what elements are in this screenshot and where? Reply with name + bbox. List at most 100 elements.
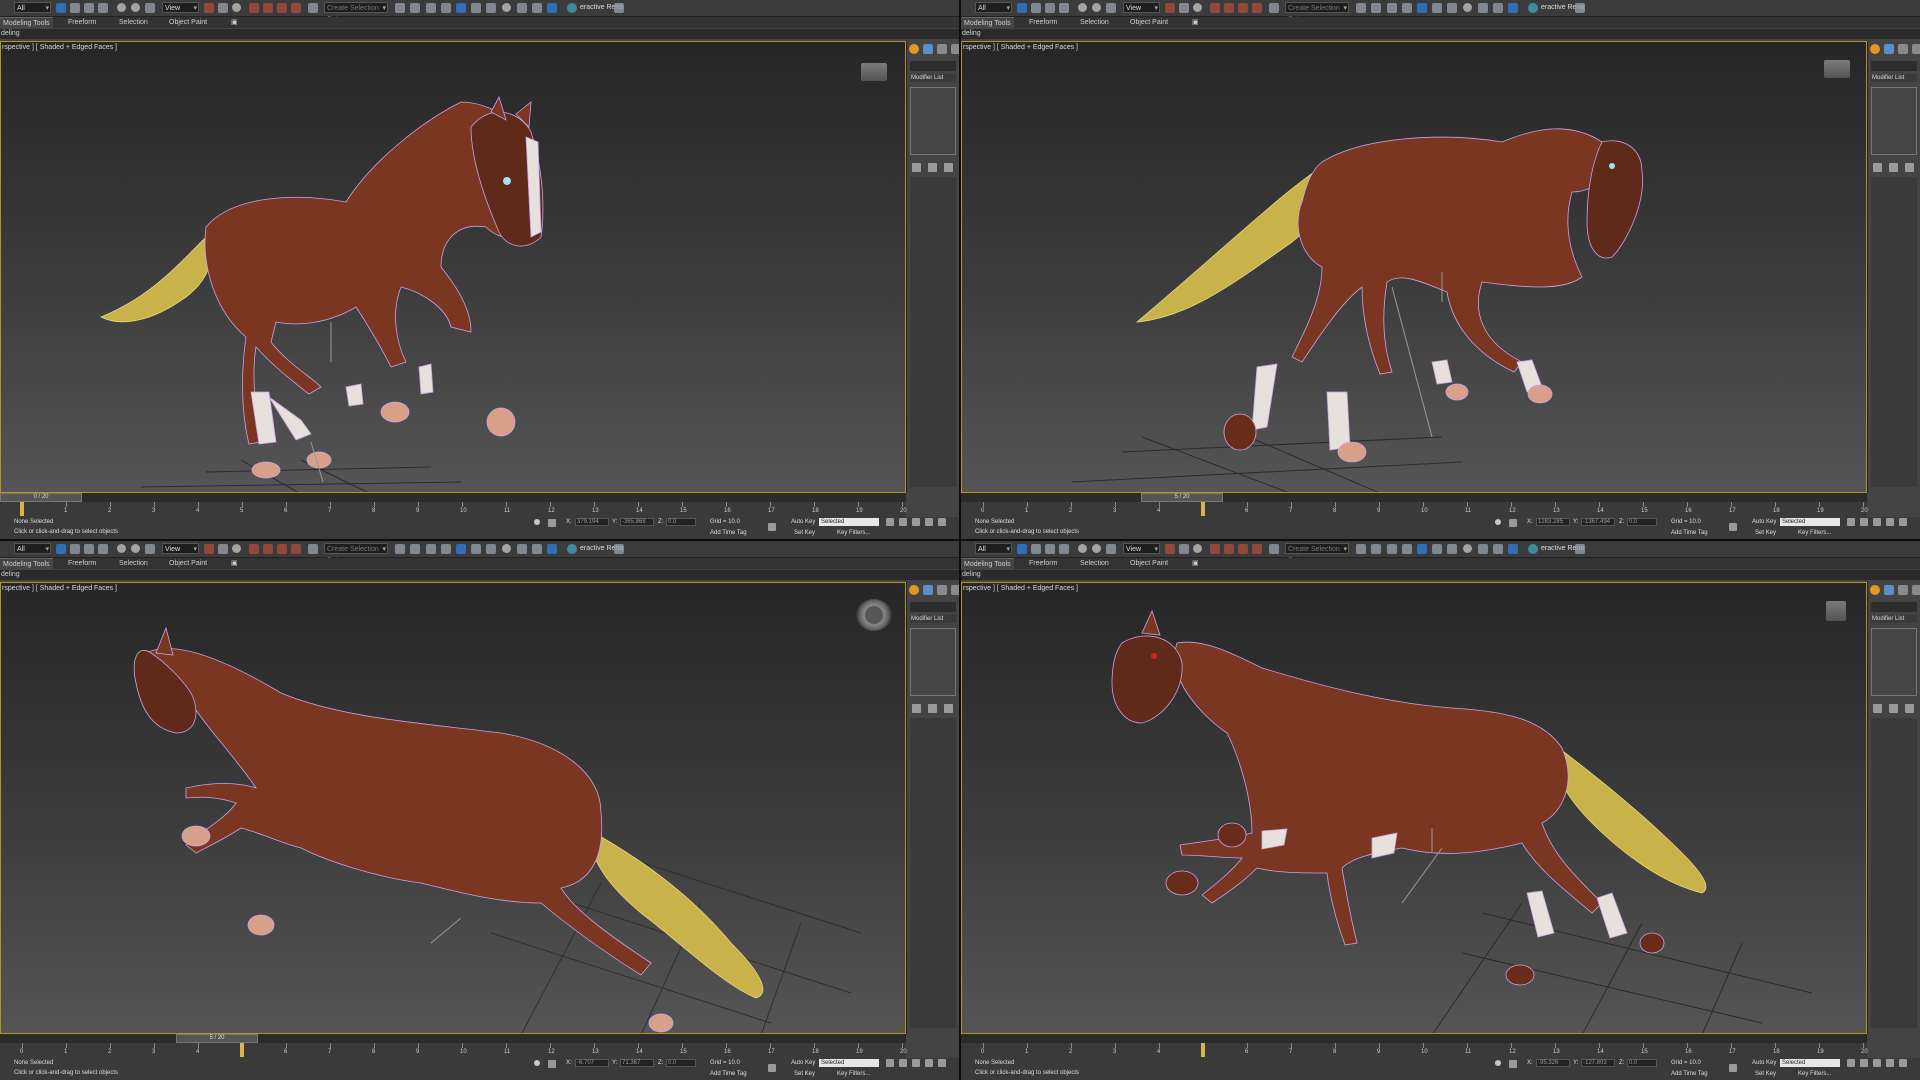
time-slider[interactable]: 0 / 20 — [0, 493, 906, 502]
modifier-list-dropdown[interactable]: Modifier List — [1871, 615, 1917, 623]
window-crossing-icon[interactable] — [98, 3, 108, 13]
select-by-name-icon[interactable] — [70, 544, 80, 554]
scale-icon[interactable] — [1106, 3, 1116, 13]
keyboard-shortcut-icon[interactable] — [1193, 3, 1202, 12]
named-selection-dropdown[interactable]: Create Selection Set — [324, 543, 388, 564]
perspective-viewport[interactable]: rspective ] [ Shaded + Edged Faces ] — [0, 582, 906, 1034]
tab-object-paint[interactable]: Object Paint — [169, 558, 207, 569]
reference-coord-dropdown[interactable]: View — [1123, 543, 1160, 555]
set-key-button[interactable]: Set Key — [1755, 530, 1776, 536]
make-unique-icon[interactable] — [944, 704, 953, 713]
x-coord-field[interactable]: 379.194 — [575, 518, 609, 526]
snap-toggle-icon[interactable] — [1210, 3, 1220, 13]
window-crossing-icon[interactable] — [98, 544, 108, 554]
render-setup-icon[interactable] — [1463, 3, 1472, 12]
reference-coord-dropdown[interactable]: View — [1123, 2, 1160, 14]
auto-key-button[interactable]: Auto Key — [791, 519, 815, 525]
curve-editor-icon[interactable] — [1417, 544, 1427, 554]
next-frame-icon[interactable] — [925, 518, 933, 526]
angle-snap-icon[interactable] — [263, 544, 273, 554]
edit-named-selection-icon[interactable] — [308, 3, 318, 13]
selection-lock-icon[interactable] — [534, 519, 540, 525]
render-setup-icon[interactable] — [502, 3, 511, 12]
ribbon-options-icon[interactable]: ▣ — [1192, 558, 1199, 569]
percent-snap-icon[interactable] — [1238, 3, 1248, 13]
key-icon[interactable] — [1729, 523, 1737, 531]
key-filters-button[interactable]: Key Filters... — [837, 530, 870, 536]
render-setup-icon[interactable] — [502, 544, 511, 553]
teapot-icon[interactable] — [614, 3, 624, 13]
go-to-end-icon[interactable] — [1899, 518, 1907, 526]
set-key-button[interactable]: Set Key — [1755, 1071, 1776, 1077]
align-icon[interactable] — [410, 3, 420, 13]
mirror-icon[interactable] — [395, 3, 405, 13]
hierarchy-tab-icon[interactable] — [937, 585, 947, 595]
move-icon[interactable] — [1078, 3, 1087, 12]
named-selection-dropdown[interactable]: Create Selection Set — [1285, 543, 1349, 564]
key-icon[interactable] — [1729, 1064, 1737, 1072]
hierarchy-tab-icon[interactable] — [1898, 585, 1908, 595]
absolute-mode-icon[interactable] — [1509, 1060, 1517, 1068]
current-frame-marker[interactable] — [240, 1043, 244, 1057]
command-panel-rollouts[interactable] — [910, 718, 956, 1028]
rectangular-selection-icon[interactable] — [1045, 544, 1055, 554]
schematic-view-icon[interactable] — [1432, 3, 1442, 13]
trackbar[interactable]: 01234567891011121314151617181920 — [961, 1043, 1868, 1058]
mirror-icon[interactable] — [395, 544, 405, 554]
go-to-end-icon[interactable] — [938, 1059, 946, 1067]
angle-snap-icon[interactable] — [263, 3, 273, 13]
set-key-button[interactable]: Set Key — [794, 530, 815, 536]
layer-explorer-icon[interactable] — [1387, 3, 1397, 13]
rendered-frame-window-icon[interactable] — [1478, 3, 1488, 13]
tab-selection[interactable]: Selection — [119, 17, 148, 28]
next-frame-icon[interactable] — [1886, 518, 1894, 526]
ribbon-options-icon[interactable]: ▣ — [231, 558, 238, 569]
previous-frame-icon[interactable] — [1860, 1059, 1868, 1067]
modifier-list-dropdown[interactable]: Modifier List — [910, 615, 956, 623]
key-mode-dropdown[interactable]: Selected — [1780, 1059, 1840, 1067]
previous-frame-icon[interactable] — [899, 518, 907, 526]
tab-object-paint[interactable]: Object Paint — [1130, 17, 1168, 28]
command-panel-rollouts[interactable] — [1871, 718, 1917, 1028]
select-manipulate-icon[interactable] — [1179, 544, 1189, 554]
activeshade-icon[interactable] — [567, 544, 577, 554]
spinner-snap-icon[interactable] — [1252, 3, 1262, 13]
z-coord-field[interactable]: 0.0 — [1627, 518, 1657, 526]
next-frame-icon[interactable] — [1886, 1059, 1894, 1067]
add-time-tag[interactable]: Add Time Tag — [1671, 1071, 1708, 1077]
keyboard-shortcut-icon[interactable] — [232, 544, 241, 553]
modifier-stack[interactable] — [910, 87, 956, 155]
material-editor-icon[interactable] — [1447, 544, 1457, 554]
teapot-icon[interactable] — [1575, 544, 1585, 554]
modify-tab-icon[interactable] — [1884, 44, 1894, 54]
window-crossing-icon[interactable] — [1059, 3, 1069, 13]
trackbar[interactable]: 01234567891011121314151617181920 — [0, 1043, 907, 1058]
modify-tab-icon[interactable] — [1884, 585, 1894, 595]
named-selection-dropdown[interactable]: Create Selection Set — [1285, 2, 1349, 23]
z-coord-field[interactable]: 0.0 — [666, 1059, 696, 1067]
rotate-icon[interactable] — [131, 544, 140, 553]
reference-coord-dropdown[interactable]: View — [162, 543, 199, 555]
add-time-tag[interactable]: Add Time Tag — [710, 1071, 747, 1077]
material-editor-icon[interactable] — [1447, 3, 1457, 13]
previous-frame-icon[interactable] — [899, 1059, 907, 1067]
material-editor-icon[interactable] — [486, 3, 496, 13]
curve-editor-icon[interactable] — [1417, 3, 1427, 13]
edit-named-selection-icon[interactable] — [1269, 544, 1279, 554]
select-by-name-icon[interactable] — [1031, 3, 1041, 13]
pin-stack-icon[interactable] — [1873, 163, 1882, 172]
rotate-icon[interactable] — [1092, 3, 1101, 12]
tab-modeling-tools[interactable]: Modeling Tools — [0, 17, 53, 29]
selection-filter-dropdown[interactable]: All — [14, 543, 51, 555]
snap-toggle-icon[interactable] — [1210, 544, 1220, 554]
perspective-viewport[interactable]: rspective ] [ Shaded + Edged Faces ] — [0, 41, 906, 493]
command-panel-rollouts[interactable] — [910, 177, 956, 487]
tab-modeling-tools[interactable]: Modeling Tools — [961, 558, 1014, 570]
align-icon[interactable] — [1371, 3, 1381, 13]
time-slider[interactable]: 5 / 20 — [961, 493, 1867, 502]
ribbon-options-icon[interactable]: ▣ — [231, 17, 238, 28]
toggle-ribbon-icon[interactable] — [441, 3, 451, 13]
align-icon[interactable] — [410, 544, 420, 554]
move-icon[interactable] — [1078, 544, 1087, 553]
tab-object-paint[interactable]: Object Paint — [169, 17, 207, 28]
